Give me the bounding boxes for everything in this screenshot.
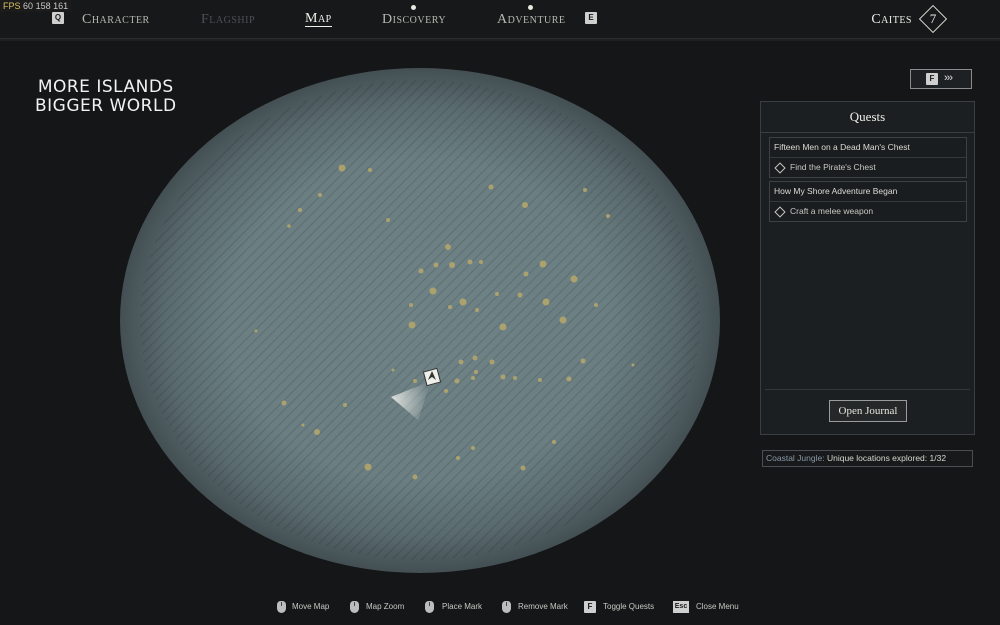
mouse-left-icon [425,601,434,613]
player-position-marker [422,367,442,387]
overlay-line-1: MORE ISLANDS [37,77,174,97]
open-journal-button[interactable]: Open Journal [829,400,907,422]
objective-diamond-icon [774,162,786,174]
hint-remove-mark: Remove Mark [518,602,568,611]
discovery-notification-dot [411,5,416,10]
debug-extra: 158 161 [35,1,69,11]
hint-map-zoom: Map Zoom [366,602,405,611]
player-level: 7 [929,11,937,26]
objective-text: Find the Pirate's Chest [790,162,876,172]
objective-text: Craft a melee weapon [790,206,874,216]
overlay-line-2: BIGGER WORLD [35,96,177,116]
mouse-drag-icon [277,601,286,613]
tab-character[interactable]: Character [82,12,150,28]
hint-toggle-quests: Toggle Quests [603,602,655,611]
quests-panel: Quests Fifteen Men on a Dead Man's Chest… [760,101,975,435]
mouse-right-icon [502,601,511,613]
expand-arrows-icon: ››› [944,72,953,84]
tab-map[interactable]: Map [305,12,332,27]
prev-tab-key[interactable]: Q [52,12,64,24]
quests-title: Quests [761,102,974,133]
region-name: Coastal Jungle: [766,453,825,463]
quest-title: Fifteen Men on a Dead Man's Chest [770,138,966,158]
quest-title: How My Shore Adventure Began [770,182,966,202]
hint-move-map: Move Map [292,602,330,611]
fps-label: FPS [3,1,21,11]
next-tab-key[interactable]: E [585,12,597,24]
control-hints-bar: Move Map Map Zoom Place Mark Remove Mark… [0,600,1000,618]
top-navigation-bar: Q Character Flagship Map Discovery Adven… [0,0,1000,41]
quest-objective: Find the Pirate's Chest [770,158,966,177]
objective-diamond-icon [774,206,786,218]
hint-close-menu: Close Menu [696,602,739,611]
expand-quests-button[interactable]: F ››› [910,69,972,89]
divider [765,389,970,390]
tab-discovery[interactable]: Discovery [382,12,446,28]
exploration-progress: Coastal Jungle: Unique locations explore… [762,450,973,467]
fps-counter: FPS 60 158 161 [0,0,72,12]
tab-flagship[interactable]: Flagship [201,12,255,28]
overlay-caption: MORE ISLANDS BIGGER WORLD [35,78,177,116]
quest-card[interactable]: How My Shore Adventure Began Craft a mel… [769,181,967,222]
expand-key: F [926,73,938,85]
adventure-notification-dot [528,5,533,10]
hint-place-mark: Place Mark [442,602,483,611]
toggle-quests-key: F [584,601,596,613]
tab-adventure[interactable]: Adventure [497,12,566,28]
fog-hatching [140,80,700,560]
player-name: Caites [871,12,912,27]
quest-objective: Craft a melee weapon [770,202,966,221]
fps-value: 60 [23,1,34,11]
close-menu-key: Esc [673,601,689,613]
exploration-count: Unique locations explored: 1/32 [826,453,947,463]
mouse-wheel-icon [350,601,359,613]
quest-card[interactable]: Fifteen Men on a Dead Man's Chest Find t… [769,137,967,178]
